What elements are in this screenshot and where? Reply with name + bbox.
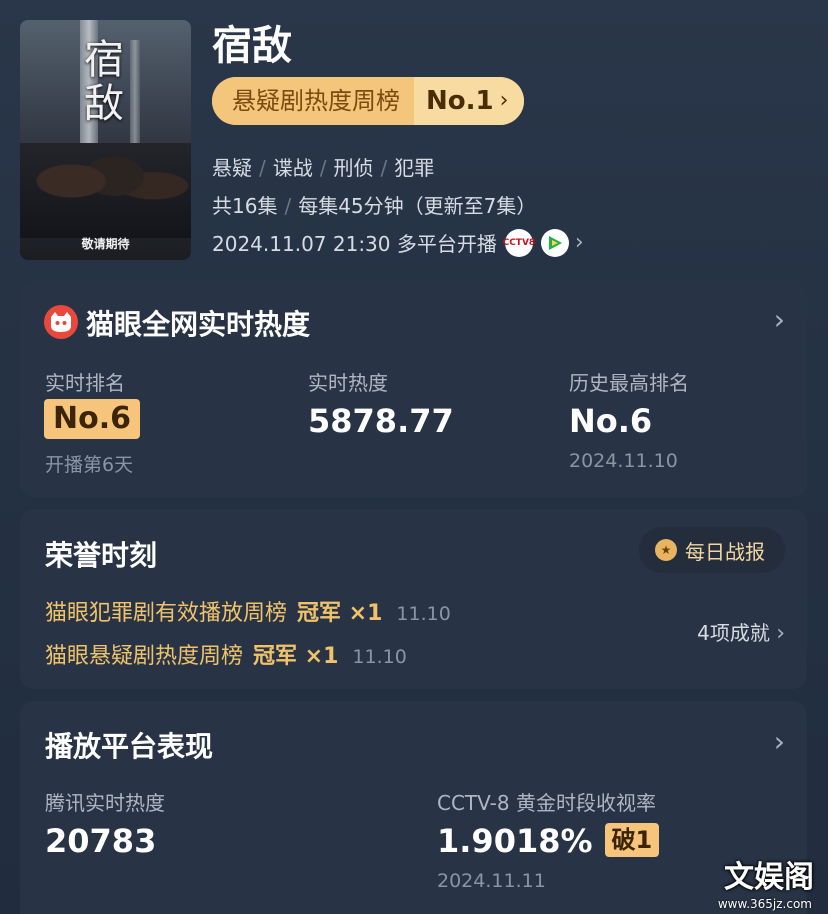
honor-item[interactable]: 猫眼悬疑剧热度周榜 冠军 ×1 11.10 xyxy=(45,638,407,670)
episode-info: 共16集 / 每集45分钟（更新至7集） xyxy=(212,194,537,218)
genre-tag: 刑侦 xyxy=(333,156,374,180)
tencent-video-icon xyxy=(540,228,569,257)
genre-tag: 犯罪 xyxy=(394,156,435,180)
history-rank-date: 2024.11.10 xyxy=(569,450,678,472)
realtime-heat-label: 实时热度 xyxy=(308,371,388,395)
poster-title: 宿敌 xyxy=(84,37,124,127)
honor-item[interactable]: 猫眼犯罪剧有效播放周榜 冠军 ×1 11.10 xyxy=(45,595,451,627)
honors-title: 荣誉时刻 xyxy=(45,539,158,572)
poster-tower xyxy=(130,40,140,160)
honor-name: 猫眼犯罪剧有效播放周榜 xyxy=(45,601,288,626)
honor-date: 11.10 xyxy=(396,603,451,625)
episode-duration: 每集45分钟（更新至7集） xyxy=(298,194,537,218)
cctv-rating-row: 1.9018% 破1 xyxy=(437,822,660,860)
tencent-heat-label: 腾讯实时热度 xyxy=(45,791,165,815)
genre-tag: 谍战 xyxy=(272,156,313,180)
poster-image[interactable]: 宿敌 敬请期待 xyxy=(20,20,191,260)
weekly-rank-value: No.1 › xyxy=(414,77,525,125)
genre-tags: 悬疑 / 谍战 / 刑侦 / 犯罪 xyxy=(212,156,435,180)
daily-report-button[interactable]: ★ 每日战报 xyxy=(639,527,785,573)
realtime-rank-value: No.6 xyxy=(44,399,140,439)
realtime-rank-sub: 开播第6天 xyxy=(45,454,134,476)
cctv-rating-value: 1.9018% xyxy=(437,822,593,860)
cctv-rating-date: 2024.11.11 xyxy=(437,870,546,892)
chevron-right-icon: › xyxy=(574,230,584,255)
honor-award: 冠军 ×1 xyxy=(253,644,339,669)
maoyan-heat-card[interactable]: 猫眼全网实时热度 › 实时排名 No.6 开播第6天 实时热度 5878.77 … xyxy=(20,281,807,497)
weekly-rank-pill[interactable]: 悬疑剧热度周榜 No.1 › xyxy=(212,77,525,125)
honors-card: 荣誉时刻 ★ 每日战报 猫眼犯罪剧有效播放周榜 冠军 ×1 11.10 猫眼悬疑… xyxy=(20,509,807,689)
poster-cast xyxy=(20,143,191,238)
break-one-badge: 破1 xyxy=(604,823,660,857)
history-rank-label: 历史最高排名 xyxy=(569,371,689,395)
cctv-rating-label: CCTV-8 黄金时段收视率 xyxy=(437,791,656,815)
honor-name: 猫眼悬疑剧热度周榜 xyxy=(45,644,244,669)
maoyan-heat-title: 猫眼全网实时热度 xyxy=(86,308,311,341)
honor-date: 11.10 xyxy=(352,646,407,668)
chevron-right-icon: › xyxy=(773,303,785,336)
poster-caption: 敬请期待 xyxy=(81,237,130,251)
realtime-rank-label: 实时排名 xyxy=(45,371,125,395)
platform-performance-title: 播放平台表现 xyxy=(45,730,214,763)
daily-report-label: 每日战报 xyxy=(685,539,765,564)
show-title: 宿敌 xyxy=(212,23,292,69)
chevron-right-icon: › xyxy=(773,725,785,758)
chevron-right-icon: › xyxy=(499,88,509,113)
honor-award: 冠军 ×1 xyxy=(297,601,383,626)
episode-count: 共16集 xyxy=(212,194,278,218)
genre-tag: 悬疑 xyxy=(212,156,252,180)
maoyan-cat-icon xyxy=(44,305,78,339)
watermark-url: www.365jz.com xyxy=(717,897,812,911)
tencent-heat-value: 20783 xyxy=(45,822,157,860)
airtime-row[interactable]: 2024.11.07 21:30 多平台开播 CCTV8 › xyxy=(212,228,584,257)
cctv8-icon: CCTV8 xyxy=(503,228,535,257)
chevron-right-icon: › xyxy=(776,621,785,646)
achievements-link[interactable]: 4项成就 › xyxy=(697,617,785,646)
watermark-text: 文娱阁 xyxy=(724,860,814,895)
medal-icon: ★ xyxy=(655,539,677,561)
realtime-heat-value: 5878.77 xyxy=(308,402,454,440)
history-rank-value: No.6 xyxy=(569,402,653,440)
platform-performance-card[interactable]: 播放平台表现 › 腾讯实时热度 20783 CCTV-8 黄金时段收视率 1.9… xyxy=(20,701,807,914)
airtime-text: 2024.11.07 21:30 多平台开播 xyxy=(212,232,497,256)
weekly-rank-label: 悬疑剧热度周榜 xyxy=(212,77,414,125)
